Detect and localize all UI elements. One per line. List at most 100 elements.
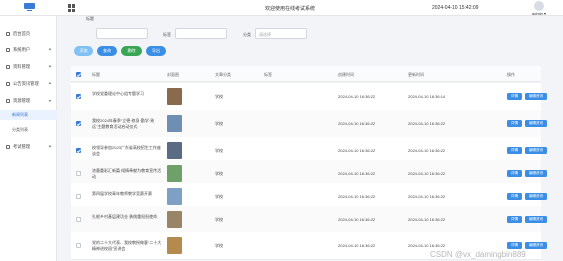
row-category: 学校 [215, 243, 223, 248]
row-checkbox[interactable] [76, 171, 81, 176]
home-icon [6, 31, 10, 36]
sidebar-item-notices[interactable]: 公告资讯管理 [0, 78, 57, 89]
edit-button[interactable]: 编辑资讯 [525, 120, 547, 127]
row-updated: 2024-04-10 16:36:22 [408, 121, 446, 126]
cover-image [167, 211, 182, 228]
row-checkbox[interactable] [76, 94, 81, 99]
row-updated: 2024-04-10 16:36:22 [408, 243, 446, 248]
row-checkbox[interactable] [76, 121, 81, 126]
add-button[interactable]: 添加 [74, 46, 93, 56]
resource-icon [6, 98, 10, 103]
title-filter-input[interactable] [96, 28, 148, 39]
export-button[interactable]: 导出 [146, 46, 166, 56]
sidebar-item-home[interactable]: 后台首页 [0, 28, 57, 39]
column-header-cover: 封面图 [167, 72, 179, 77]
edit-button[interactable]: 编辑资讯 [525, 147, 547, 154]
search-button[interactable]: 查询 [97, 46, 117, 56]
table-row: 学校党委理论中心组专题学习学校 2024-04-10 16:36:22 2024-0… [71, 83, 547, 111]
delete-button[interactable]: 删除 [121, 46, 142, 56]
edit-button[interactable]: 编辑资讯 [525, 216, 547, 223]
column-header-updated: 更新时间 [408, 72, 424, 77]
row-updated: 2024-04-10 16:36:22 [408, 217, 446, 222]
edit-button[interactable]: 编辑资讯 [525, 193, 547, 200]
chevron-down-icon [48, 81, 52, 85]
category-filter-placeholder: 请选择 [259, 32, 271, 37]
row-created: 2024-04-10 16:36:22 [338, 217, 376, 222]
avatar[interactable] [534, 1, 544, 11]
row-category: 学校 [215, 94, 223, 99]
category-filter-select[interactable]: 请选择 [255, 28, 307, 39]
detail-button[interactable]: 详情 [507, 93, 522, 100]
detail-button[interactable]: 详情 [507, 242, 522, 249]
sidebar-item-resources[interactable]: 资源管理 [0, 95, 57, 106]
sidebar-item-label: 后台首页 [13, 30, 31, 36]
table-row: 我校2024年春季“立德·修身·勤学·致远”主题教育活动启动仪式 学校 2024-0… [71, 110, 547, 138]
row-checkbox[interactable] [76, 243, 81, 248]
row-created: 2024-04-10 16:36:22 [338, 94, 376, 99]
chevron-down-icon [48, 47, 52, 51]
detail-button[interactable]: 详情 [507, 216, 522, 223]
top-bar: 欢迎使用在线考试系统 2024-04-10 15:42:09 admin ▾ [0, 0, 563, 16]
detail-button[interactable]: 详情 [507, 193, 522, 200]
detail-button[interactable]: 详情 [507, 147, 522, 154]
row-category: 学校 [215, 121, 223, 126]
sidebar-item-label: 资源管理 [13, 97, 31, 103]
notice-icon [6, 81, 10, 86]
table-row: 扎根乡村基层建功业 勇挑重担担使命学校 2024-04-10 16:36:22 20… [71, 206, 547, 234]
row-title[interactable]: 我校2024年春季“立德·修身·勤学·致远”主题教育活动启动仪式 [92, 118, 162, 129]
edit-button[interactable]: 编辑资讯 [525, 170, 547, 177]
row-updated: 2024-04-10 16:36:22 [408, 171, 446, 176]
detail-button[interactable]: 详情 [507, 120, 522, 127]
cover-image [167, 115, 182, 132]
row-category: 学校 [215, 194, 223, 199]
edit-button[interactable]: 编辑资讯 [525, 242, 547, 249]
sidebar-item-label: 系统用户 [13, 46, 31, 52]
row-category: 学校 [215, 171, 223, 176]
select-all-checkbox[interactable] [76, 72, 81, 77]
column-header-tag: 标签 [264, 72, 272, 77]
sidebar: 后台首页 系统用户 资料管理 公告资讯管理 资源管理 新闻列表 分类列表 考试管… [0, 16, 57, 261]
sidebar-sub-label: 分类列表 [12, 127, 28, 132]
row-title[interactable]: 党的二十大代表、我校教授做客“二十大精神进校园”宣讲会 [92, 240, 162, 251]
row-checkbox[interactable] [76, 194, 81, 199]
row-created: 2024-04-10 16:36:22 [338, 121, 376, 126]
username: admin [532, 11, 543, 16]
detail-button[interactable]: 详情 [507, 170, 522, 177]
row-checkbox[interactable] [76, 217, 81, 222]
edit-button[interactable]: 编辑资讯 [525, 93, 547, 100]
exam-icon [6, 144, 10, 149]
cover-image [167, 165, 182, 182]
sidebar-sub-label: 新闻列表 [12, 112, 28, 117]
datetime-display: 2024-04-10 15:42:09 [432, 5, 479, 11]
row-updated: 2024-04-10 16:36:22 [408, 148, 446, 153]
cover-image [167, 237, 182, 254]
menu-grid-icon[interactable] [68, 4, 76, 12]
column-header-created: 创建时间 [338, 72, 354, 77]
table-header: 标题 封面图 文章分类 标签 创建时间 更新时间 操作 [71, 66, 541, 82]
sidebar-item-users[interactable]: 系统用户 [0, 44, 57, 55]
row-checkbox[interactable] [76, 148, 81, 153]
cover-image [167, 142, 182, 159]
sidebar-sub-category-list[interactable]: 分类列表 [0, 125, 57, 135]
row-updated: 2024-04-10 16:36:14 [408, 94, 446, 99]
row-title[interactable]: 校领导参加2023广东省高校招生工作座谈会 [92, 145, 162, 156]
row-title[interactable]: 扎根乡村基层建功业 勇挑重担担使命 [92, 214, 162, 220]
row-category: 学校 [215, 217, 223, 222]
user-menu[interactable]: admin ▾ [532, 11, 546, 16]
row-title[interactable]: 第四届学校青年教师教学竞赛开赛 [92, 191, 162, 197]
row-created: 2024-04-10 16:36:22 [338, 148, 376, 153]
row-title[interactable]: 浓墨重彩汇新篇 倾情奉献为教育宣传活动 [92, 168, 162, 179]
sidebar-item-label: 考试管理 [13, 143, 31, 149]
sidebar-item-materials[interactable]: 资料管理 [0, 61, 57, 72]
monitor-logo-icon [24, 3, 35, 11]
user-icon [6, 47, 10, 52]
tag-filter-input[interactable] [175, 28, 227, 39]
title-filter-label: 标题 [86, 16, 94, 21]
cover-image [167, 88, 182, 105]
row-title[interactable]: 学校党委理论中心组专题学习 [92, 91, 162, 97]
row-created: 2024-04-10 16:36:22 [338, 194, 376, 199]
row-created: 2024-04-10 16:36:22 [338, 171, 376, 176]
sidebar-item-exams[interactable]: 考试管理 [0, 141, 57, 152]
sidebar-sub-news-list[interactable]: 新闻列表 [0, 110, 57, 120]
row-created: 2024-04-10 16:36:22 [338, 243, 376, 248]
